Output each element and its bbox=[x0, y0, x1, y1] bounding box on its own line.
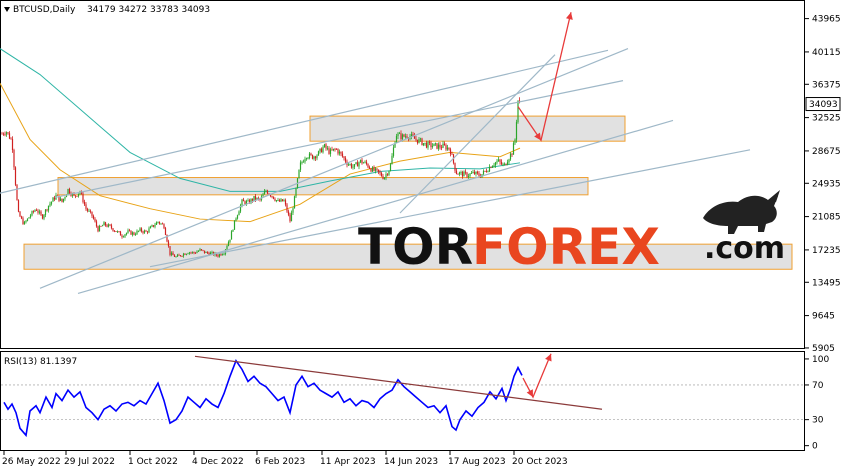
candle bbox=[293, 195, 296, 209]
candle bbox=[14, 166, 17, 187]
time-tick-label: 11 Apr 2023 bbox=[320, 457, 376, 467]
last-price-tag: 34093 bbox=[805, 97, 841, 112]
candle bbox=[230, 230, 233, 240]
candle bbox=[311, 154, 314, 160]
symbol-title: BTCUSD,Daily bbox=[13, 5, 76, 15]
candle bbox=[512, 141, 515, 155]
price-tick-label: 5905 bbox=[812, 344, 835, 354]
candle bbox=[97, 225, 99, 233]
price-tick-label: 32525 bbox=[812, 114, 841, 124]
candle bbox=[233, 220, 236, 230]
candle bbox=[421, 137, 423, 146]
price-tick-label: 24935 bbox=[812, 179, 841, 189]
price-tick-label: 40115 bbox=[812, 48, 841, 58]
candle bbox=[19, 210, 21, 217]
candle bbox=[130, 230, 132, 235]
price-tick-label: 21085 bbox=[812, 213, 841, 223]
rsi-tick-label: 100 bbox=[812, 355, 829, 365]
candle bbox=[298, 169, 300, 179]
candle bbox=[17, 199, 20, 213]
candle bbox=[16, 184, 18, 201]
candle bbox=[323, 143, 326, 148]
candle bbox=[115, 231, 117, 233]
price-tick-label: 9645 bbox=[812, 312, 835, 322]
time-tick-label: 29 Jul 2022 bbox=[64, 457, 115, 467]
candle bbox=[13, 148, 15, 171]
rsi-tick-label: 70 bbox=[812, 381, 824, 391]
watermark-part2: FOREX bbox=[472, 218, 660, 276]
rsi-tick-label: 30 bbox=[812, 416, 824, 426]
price-tick-label: 13495 bbox=[812, 278, 841, 288]
candle bbox=[317, 150, 320, 156]
rsi-tick-label: 0 bbox=[812, 442, 818, 452]
watermark-part1: TOR bbox=[358, 218, 473, 276]
zone-0 bbox=[309, 115, 626, 142]
time-tick-label: 26 May 2022 bbox=[2, 457, 61, 467]
price-tick-label: 36375 bbox=[812, 80, 841, 90]
time-tick-label: 1 Oct 2022 bbox=[128, 457, 178, 467]
time-tick-label: 20 Oct 2023 bbox=[512, 457, 568, 467]
candle bbox=[169, 246, 171, 257]
candle bbox=[517, 100, 519, 124]
time-tick-label: 4 Dec 2022 bbox=[192, 457, 244, 467]
time-tick-label: 6 Feb 2023 bbox=[255, 457, 305, 467]
candle bbox=[28, 217, 30, 219]
candle bbox=[515, 119, 518, 143]
price-tick-label: 17235 bbox=[812, 246, 841, 256]
candle bbox=[52, 196, 54, 202]
time-tick-label: 17 Aug 2023 bbox=[448, 457, 506, 467]
candle bbox=[272, 196, 275, 200]
last-price-label: 34093 bbox=[809, 100, 838, 110]
candle bbox=[281, 199, 284, 202]
price-tick-label: 28675 bbox=[812, 147, 841, 157]
time-tick-label: 14 Jun 2023 bbox=[384, 457, 438, 467]
watermark-part3: .com bbox=[704, 231, 785, 266]
price-tick-label: 43965 bbox=[812, 15, 841, 25]
candle bbox=[164, 226, 167, 236]
ohlc-readout: 34179 34272 33783 34093 bbox=[87, 5, 210, 15]
btcusd-chart: TOR FOREX .com 43965 40115 36375 32525 28675… bbox=[0, 0, 846, 471]
candle bbox=[166, 234, 168, 243]
candle bbox=[41, 214, 44, 220]
candle bbox=[433, 143, 435, 147]
rsi-title: RSI(13) 81.1397 bbox=[4, 357, 77, 367]
candle bbox=[436, 143, 438, 150]
